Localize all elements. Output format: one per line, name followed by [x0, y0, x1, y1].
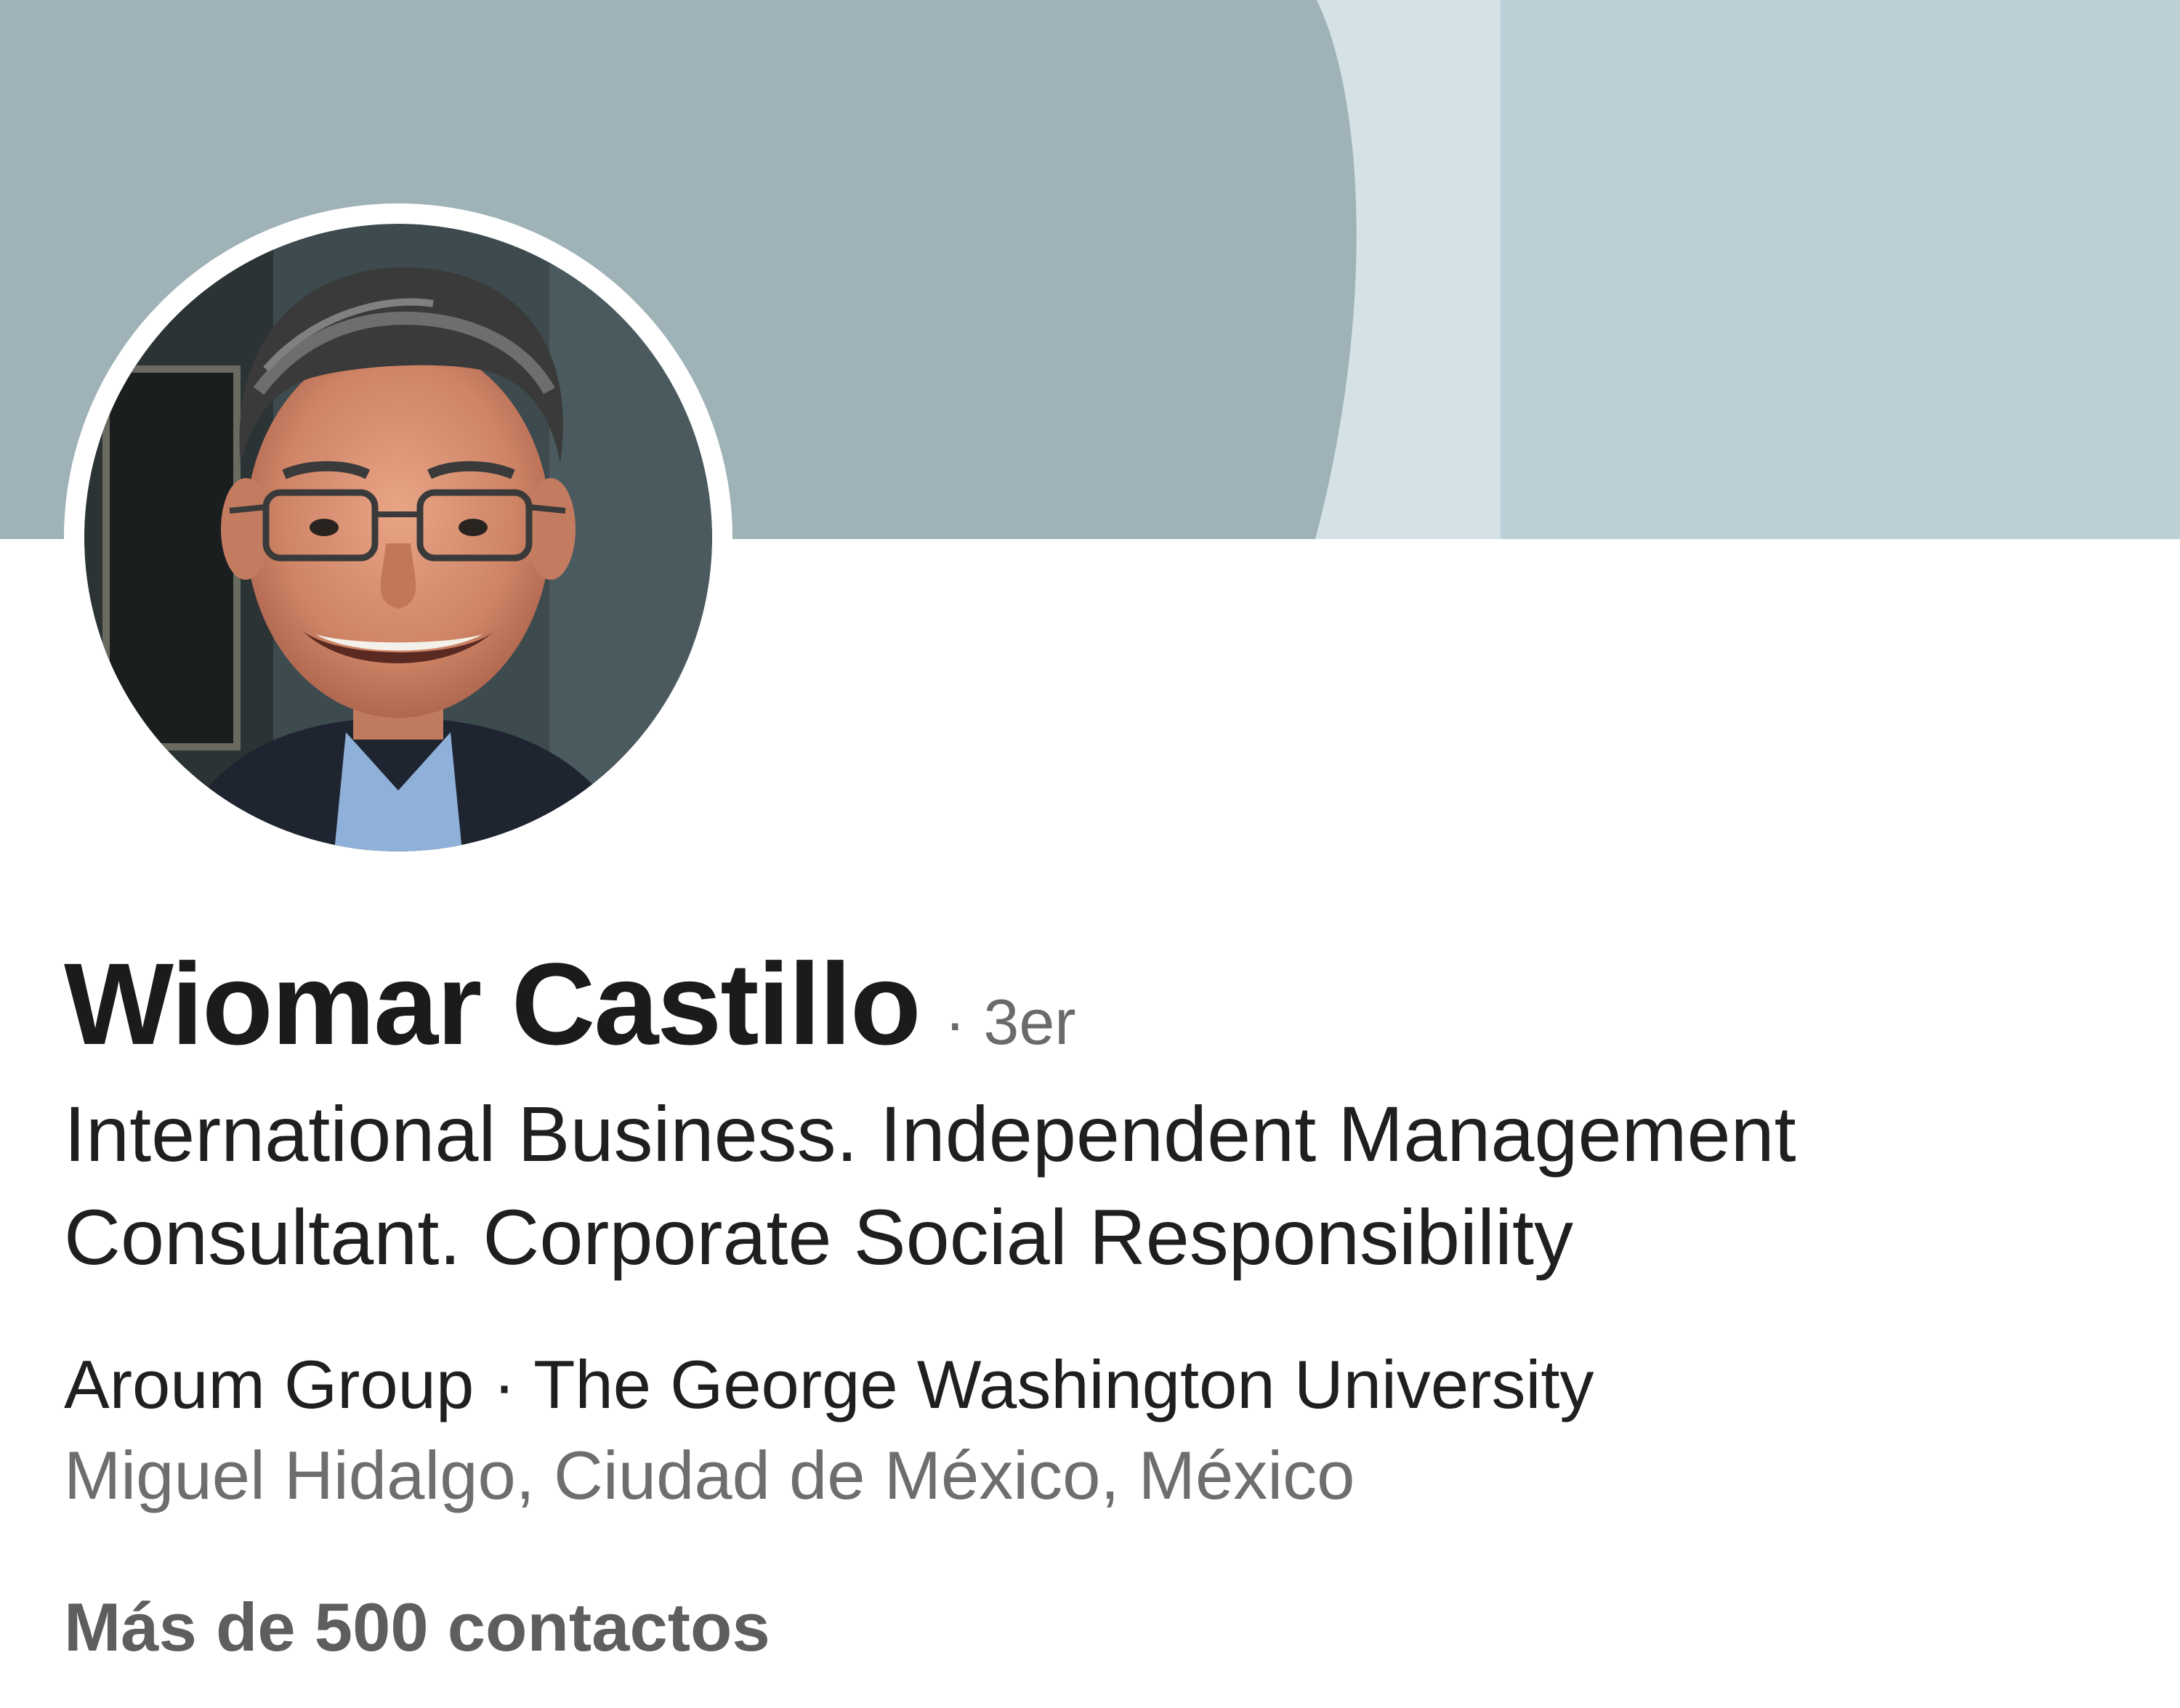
profile-name: Wiomar Castillo [64, 939, 921, 1069]
profile-headline: International Business. Independent Mana… [64, 1082, 2113, 1289]
profile-name-row: Wiomar Castillo · 3er [64, 937, 1076, 1071]
headline-line: International Business. Independent Mana… [64, 1090, 1796, 1178]
headline-line: Consultant. Corporate Social Responsibil… [64, 1193, 1574, 1281]
profile-organizations[interactable]: Aroum Group · The George Washington Univ… [64, 1345, 1594, 1424]
profile-avatar[interactable] [64, 203, 732, 872]
profile-location: Miguel Hidalgo, Ciudad de México, México [64, 1437, 1355, 1513]
avatar-photo [84, 224, 712, 851]
profile-connections[interactable]: Más de 500 contactos [64, 1588, 770, 1667]
connection-degree: · 3er [944, 986, 1076, 1058]
